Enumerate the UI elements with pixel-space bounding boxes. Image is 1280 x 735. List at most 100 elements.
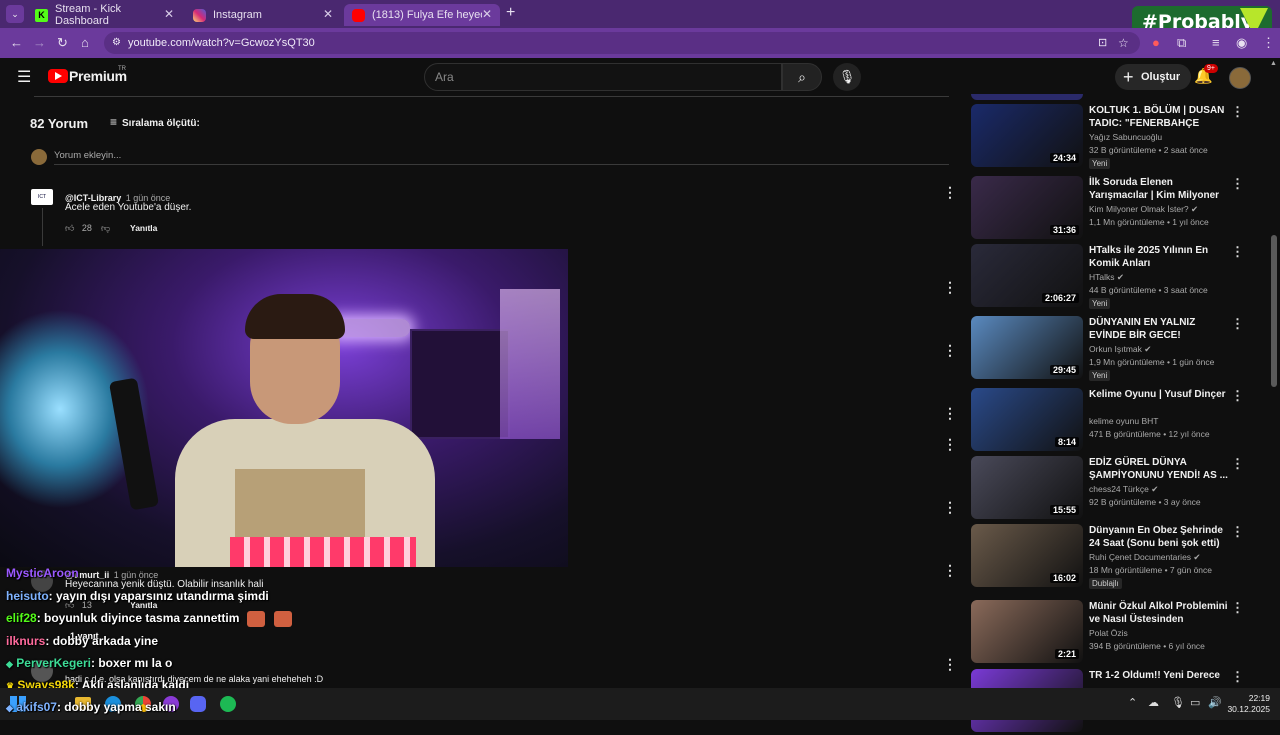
- comment-menu-icon[interactable]: ⋮: [943, 184, 957, 201]
- video-thumbnail[interactable]: 8:14: [971, 388, 1083, 451]
- verified-icon: ✔: [1148, 484, 1159, 494]
- related-video-item[interactable]: 29:45 DÜNYANIN EN YALNIZ EVİNDE BİR GECE!…: [971, 316, 1261, 382]
- profile-avatar[interactable]: ◉: [1236, 35, 1247, 51]
- channel-name[interactable]: HTalks ✔: [1089, 272, 1124, 283]
- comment-menu-icon[interactable]: ⋮: [943, 499, 957, 516]
- comment-menu-icon[interactable]: ⋮: [943, 562, 957, 579]
- channel-name[interactable]: Yağız Sabuncuoğlu: [1089, 132, 1162, 142]
- wall-shelf: [410, 329, 510, 439]
- discord-icon[interactable]: [190, 696, 206, 712]
- channel-name[interactable]: Orkun Işıtmak ✔: [1089, 344, 1151, 355]
- dislike-button[interactable]: 👎︎: [101, 223, 110, 234]
- comment-menu-icon[interactable]: ⋮: [943, 405, 957, 422]
- create-button[interactable]: + Oluştur: [1115, 64, 1191, 90]
- mic-tray-icon[interactable]: 🎙: [1171, 696, 1185, 709]
- channel-name[interactable]: Ruhi Çenet Documentaries ✔: [1089, 552, 1201, 563]
- new-tab-button[interactable]: +: [506, 4, 515, 22]
- comment-menu-icon[interactable]: ⋮: [943, 436, 957, 453]
- install-app-icon[interactable]: ⊡: [1098, 32, 1107, 54]
- forward-icon[interactable]: →: [33, 35, 46, 50]
- account-avatar[interactable]: [1229, 67, 1251, 89]
- thread-line: [42, 208, 43, 246]
- video-thumbnail[interactable]: 16:02: [971, 524, 1083, 587]
- related-video-item[interactable]: 15:55 EDİZ GÜREL DÜNYA ŞAMPİYONUNU YENDİ!…: [971, 456, 1261, 522]
- channel-name[interactable]: Polat Özis: [1089, 628, 1128, 638]
- video-thumbnail[interactable]: 2:21: [971, 600, 1083, 663]
- scroll-up-arrow[interactable]: ▲: [1270, 60, 1277, 67]
- search-input[interactable]: Ara: [424, 63, 782, 91]
- video-title[interactable]: KOLTUK 1. BÖLÜM | DUSAN TADIC: "FENERBAH…: [1089, 104, 1229, 130]
- video-title[interactable]: HTalks ile 2025 Yılının En Komik Anları: [1089, 244, 1229, 270]
- network-icon[interactable]: ☁: [1148, 696, 1159, 709]
- spotify-icon[interactable]: [220, 696, 236, 712]
- browser-menu-icon[interactable]: ⋮: [1262, 35, 1275, 51]
- page-scrollbar[interactable]: [1271, 235, 1277, 387]
- video-menu-icon[interactable]: ⋮: [1231, 524, 1244, 540]
- sort-button[interactable]: ≡ Sıralama ölçütü:: [110, 115, 200, 129]
- tab-list-dropdown[interactable]: ⌄: [6, 5, 24, 23]
- video-title[interactable]: İlk Soruda Elenen Yarışmacılar | Kim Mil…: [1089, 176, 1229, 202]
- close-tab-icon[interactable]: ✕: [164, 7, 174, 21]
- url-field[interactable]: ⚙ youtube.com/watch?v=GcwozYsQT30 ⊡ ☆: [104, 32, 1140, 54]
- video-title[interactable]: Münir Özkul Alkol Problemini ve Nasıl Üs…: [1089, 600, 1229, 626]
- video-thumbnail-partial[interactable]: [971, 94, 1083, 100]
- site-info-icon[interactable]: ⚙: [112, 32, 121, 54]
- extensions-puzzle-icon[interactable]: ⧉: [1177, 35, 1186, 51]
- video-menu-icon[interactable]: ⋮: [1231, 669, 1244, 685]
- home-icon[interactable]: ⌂: [81, 35, 89, 50]
- video-title[interactable]: TR 1-2 Oldum!! Yeni Derece: [1089, 669, 1229, 682]
- add-comment-input[interactable]: Yorum ekleyin...: [54, 150, 121, 161]
- video-thumbnail[interactable]: 31:36: [971, 176, 1083, 239]
- like-button[interactable]: 👍︎ 28: [65, 223, 92, 234]
- tab-instagram[interactable]: Instagram ✕: [185, 4, 341, 26]
- related-video-item[interactable]: 2:21 Münir Özkul Alkol Problemini ve Nası…: [971, 600, 1261, 666]
- video-title[interactable]: DÜNYANIN EN YALNIZ EVİNDE BİR GECE!: [1089, 316, 1229, 342]
- display-icon[interactable]: ▭: [1190, 696, 1200, 709]
- channel-name[interactable]: kelime oyunu BHT: [1089, 416, 1158, 426]
- video-title[interactable]: Dünyanın En Obez Şehrinde 24 Saat (Sonu …: [1089, 524, 1229, 550]
- bookmark-star-icon[interactable]: ☆: [1118, 32, 1129, 54]
- related-video-item[interactable]: 8:14 Kelime Oyunu | Yusuf Dinçer kelime oy…: [971, 388, 1261, 454]
- tab-youtube-video[interactable]: (1813) Fulya Efe heyecandan ili ✕: [344, 4, 500, 26]
- voice-search-button[interactable]: 🎙: [833, 63, 861, 91]
- reply-button[interactable]: Yanıtla: [130, 223, 157, 233]
- close-tab-icon[interactable]: ✕: [323, 7, 333, 21]
- video-title[interactable]: Kelime Oyunu | Yusuf Dinçer: [1089, 388, 1229, 401]
- close-tab-icon[interactable]: ✕: [482, 7, 492, 21]
- hamburger-menu-icon[interactable]: ☰: [17, 67, 31, 87]
- video-title[interactable]: EDİZ GÜREL DÜNYA ŞAMPİYONUNU YENDİ! AS .…: [1089, 456, 1229, 482]
- video-thumbnail[interactable]: 15:55: [971, 456, 1083, 519]
- tab-kick-dashboard[interactable]: K Stream - Kick Dashboard ✕: [27, 3, 182, 27]
- video-menu-icon[interactable]: ⋮: [1231, 600, 1244, 616]
- related-video-item[interactable]: 31:36 İlk Soruda Elenen Yarışmacılar | Ki…: [971, 176, 1261, 242]
- notifications-button[interactable]: 🔔 9+: [1194, 64, 1218, 85]
- extension-icon[interactable]: ●: [1152, 35, 1160, 50]
- related-video-item[interactable]: 16:02 Dünyanın En Obez Şehrinde 24 Saat (…: [971, 524, 1261, 590]
- video-thumbnail[interactable]: 2:06:27: [971, 244, 1083, 307]
- video-menu-icon[interactable]: ⋮: [1231, 456, 1244, 472]
- reading-list-icon[interactable]: ≡: [1212, 35, 1220, 50]
- comment-menu-icon[interactable]: ⋮: [943, 656, 957, 673]
- tray-chevron-icon[interactable]: ⌃: [1128, 696, 1137, 709]
- video-menu-icon[interactable]: ⋮: [1231, 388, 1244, 404]
- video-meta: 44 B görüntüleme • 3 saat önce: [1089, 285, 1208, 295]
- video-menu-icon[interactable]: ⋮: [1231, 176, 1244, 192]
- comment-menu-icon[interactable]: ⋮: [943, 279, 957, 296]
- clock[interactable]: 22:19 30.12.2025: [1224, 693, 1270, 715]
- video-menu-icon[interactable]: ⋮: [1231, 104, 1244, 120]
- video-thumbnail[interactable]: 29:45: [971, 316, 1083, 379]
- video-thumbnail[interactable]: 24:34: [971, 104, 1083, 167]
- volume-icon[interactable]: 🔊: [1208, 696, 1222, 709]
- video-menu-icon[interactable]: ⋮: [1231, 316, 1244, 332]
- channel-name[interactable]: chess24 Türkçe ✔: [1089, 484, 1158, 495]
- channel-name[interactable]: Kim Milyoner Olmak İster? ✔: [1089, 204, 1198, 215]
- back-icon[interactable]: ←: [10, 35, 23, 50]
- comment-menu-icon[interactable]: ⋮: [943, 342, 957, 359]
- related-video-item[interactable]: 2:06:27 HTalks ile 2025 Yılının En Komik …: [971, 244, 1261, 310]
- video-menu-icon[interactable]: ⋮: [1231, 244, 1244, 260]
- search-button[interactable]: ⌕: [782, 63, 822, 91]
- channel-name-text: Yağız Sabuncuoğlu: [1089, 132, 1163, 142]
- related-video-item[interactable]: 24:34 KOLTUK 1. BÖLÜM | DUSAN TADIC: "FEN…: [971, 104, 1261, 170]
- chat-badge-icon: ◆: [6, 703, 13, 713]
- reload-icon[interactable]: ↻: [57, 35, 68, 51]
